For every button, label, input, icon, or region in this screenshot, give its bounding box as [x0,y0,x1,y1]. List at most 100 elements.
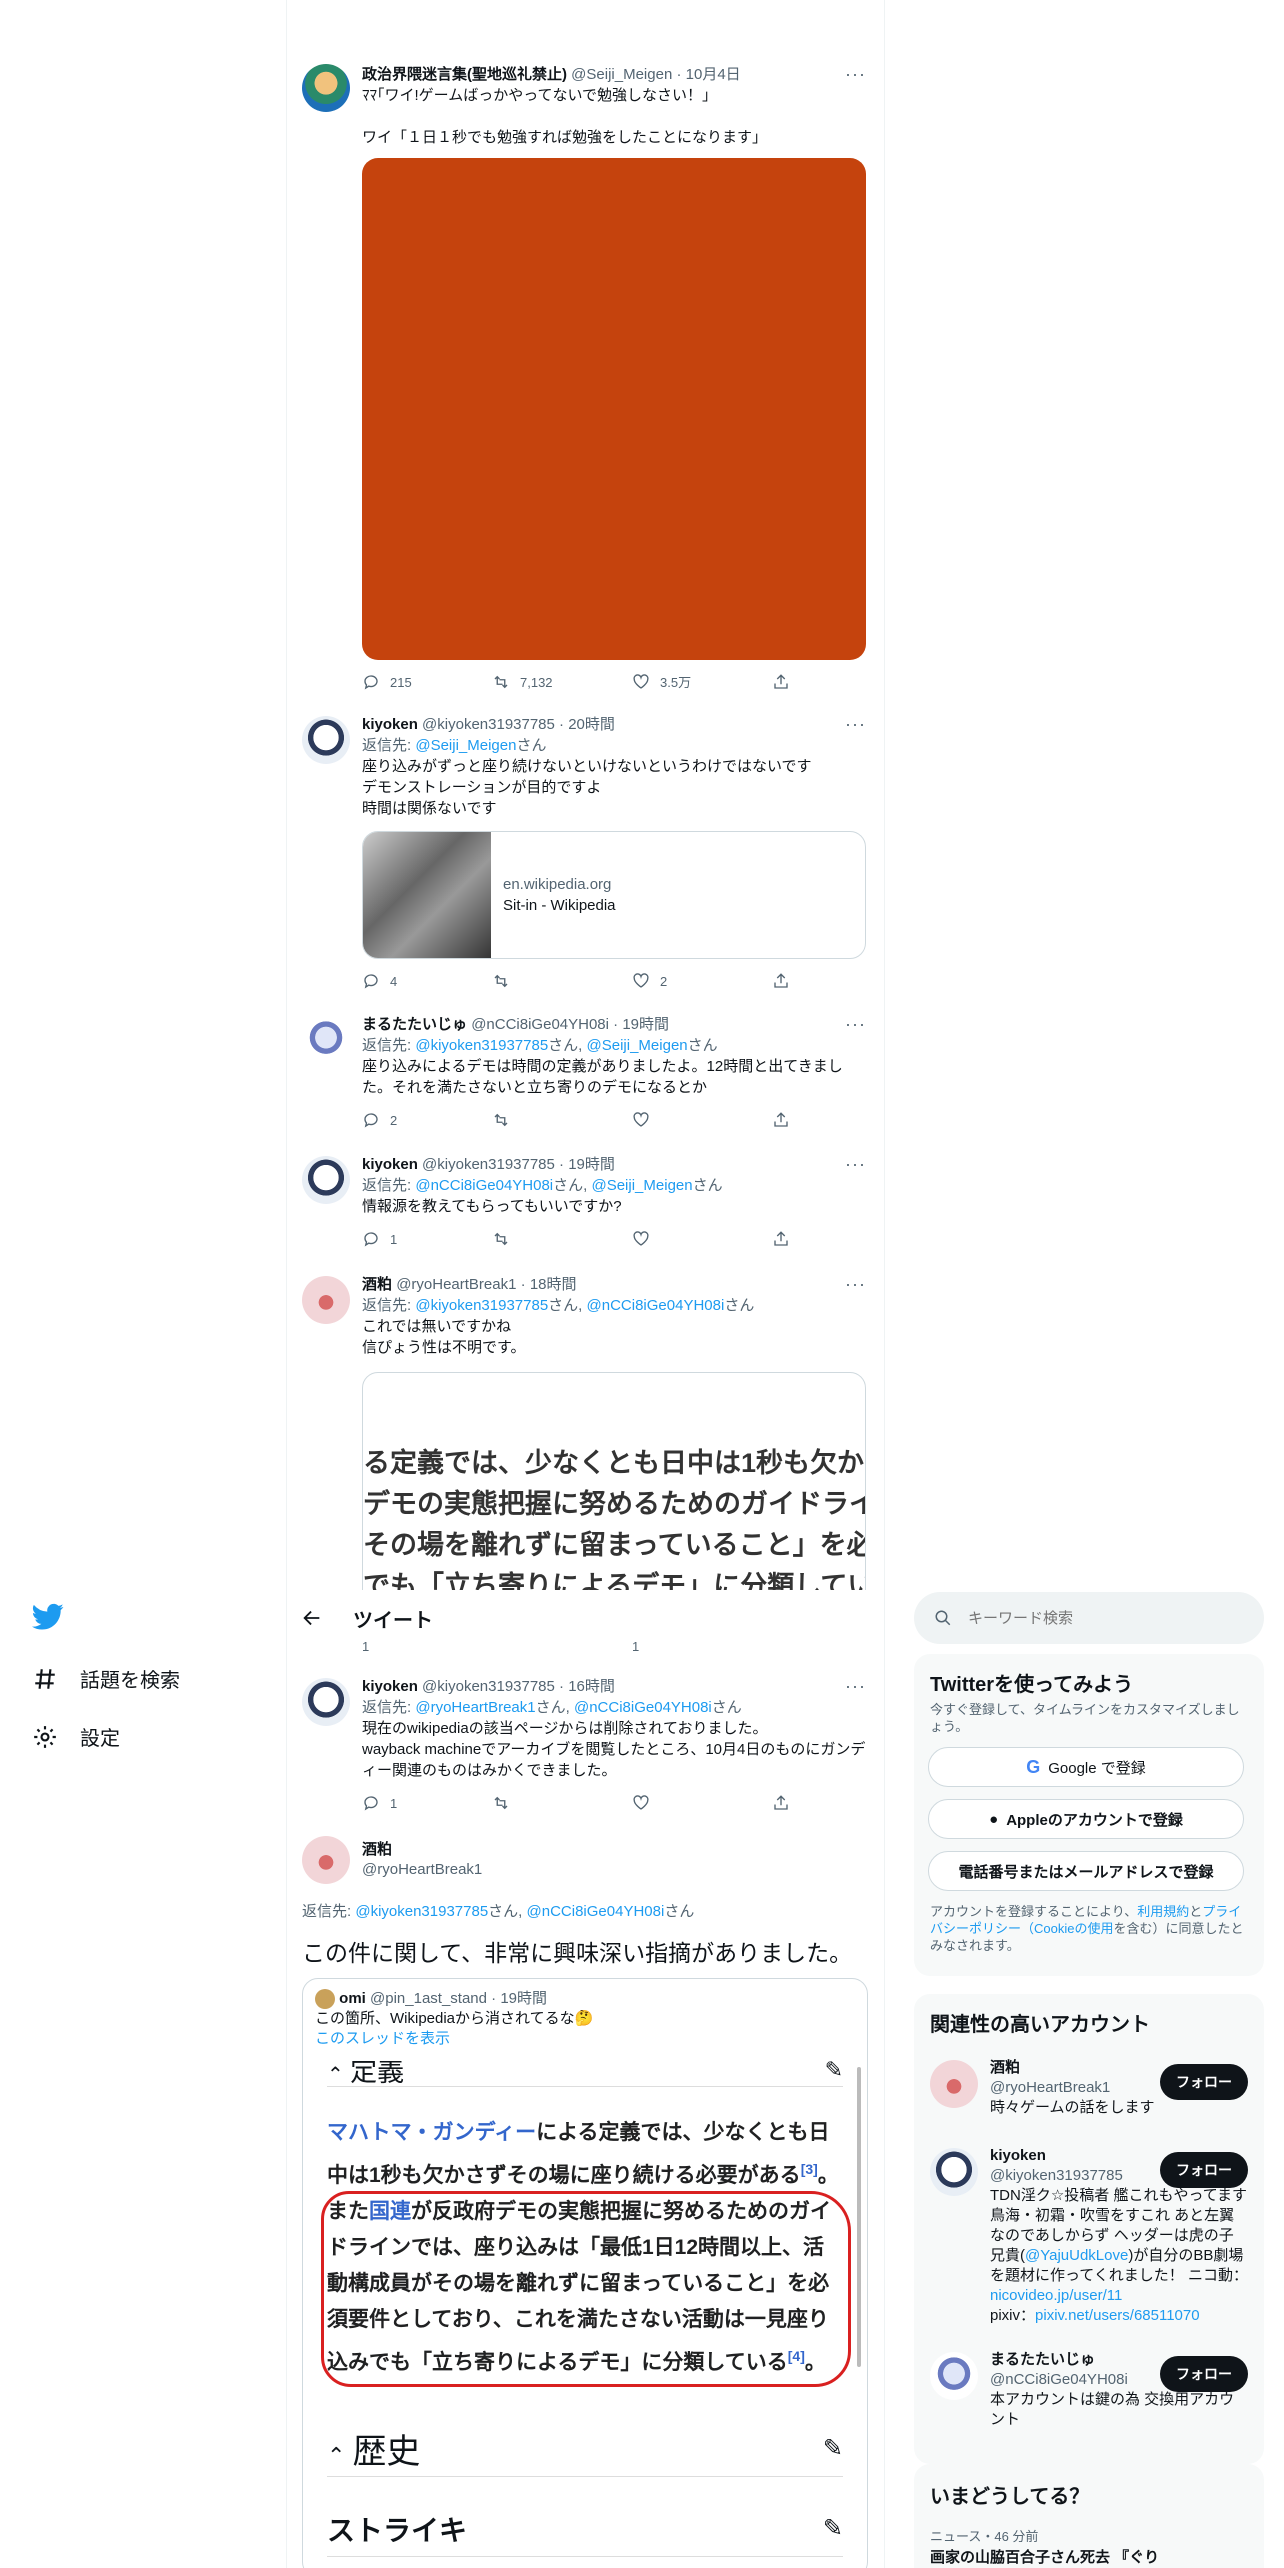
reply-button[interactable]: 1 [362,1793,492,1814]
author-handle[interactable]: @Seiji_Meigen [571,66,672,83]
author-name[interactable]: kiyoken [362,1678,418,1695]
avatar[interactable] [302,716,350,764]
terms-link[interactable]: 利用規約 [1137,1904,1189,1919]
mention-link[interactable]: @Seiji_Meigen [591,1177,692,1194]
timestamp[interactable]: 19時間 [622,1016,669,1033]
link-card[interactable]: en.wikipedia.org Sit-in - Wikipedia [362,831,866,959]
author-handle[interactable]: @ryoHeartBreak1 [362,1860,482,1880]
retweet-button[interactable] [492,1230,632,1248]
author-name[interactable]: 酒粕 [362,1276,392,1293]
mention-link[interactable]: @Seiji_Meigen [415,737,516,754]
mention-link[interactable]: @nCCi8iGe04YH08i [574,1699,712,1716]
avatar[interactable] [302,64,350,112]
like-button[interactable]: 1 [632,1640,772,1654]
author-name[interactable]: まるたたいじゅ [362,1016,467,1033]
author-handle[interactable]: @ryoHeartBreak1 [396,1276,516,1293]
share-icon [774,674,788,689]
more-icon[interactable]: ··· [845,1274,866,1295]
author-handle[interactable]: @kiyoken31937785 [422,1678,555,1695]
avatar[interactable] [302,1678,350,1726]
avatar[interactable] [302,1276,350,1324]
retweet-button[interactable] [492,972,632,990]
like-button[interactable] [632,1230,772,1248]
like-button[interactable] [632,1794,772,1812]
share-button[interactable] [772,1794,790,1812]
avatar[interactable] [302,1836,350,1884]
author-name[interactable]: 政治界隈迷言集(聖地巡礼禁止) [362,66,567,83]
mention-link[interactable]: @kiyoken31937785 [415,1297,548,1314]
bio-link[interactable]: nicovideo.jp/user/11 [990,2287,1122,2304]
author-handle: @pin_1ast_stand [370,1990,487,2007]
reply-button[interactable]: 2 [362,1110,492,1131]
mention-link[interactable]: @kiyoken31937785 [415,1037,548,1054]
account-row[interactable]: 酒粕 @ryoHeartBreak1 時々ゲームの話をします フォロー [914,2056,1264,2136]
back-arrow-icon[interactable] [301,1607,323,1629]
account-row[interactable]: kiyoken @kiyoken31937785 TDN淫ク☆投稿者 艦これもや… [914,2144,1264,2324]
tweet-image[interactable]: る定義では、少なくとも日中は1秒も欠かさす デモの実態把握に努めるためのガイドライ… [362,1372,866,1590]
apple-signup-button[interactable]: ● Appleのアカウントで登録 [928,1799,1244,1839]
timestamp[interactable]: 18時間 [530,1276,577,1293]
retweet-button[interactable] [492,1111,632,1129]
reply-button[interactable]: 1 [362,1640,492,1654]
account-row[interactable]: まるたたいじゅ @nCCi8iGe04YH08i 本アカウントは鍵の為 交換用ア… [914,2348,1264,2448]
author-handle[interactable]: @kiyoken31937785 [422,1156,555,1173]
more-icon[interactable]: ··· [845,1676,866,1697]
nav-settings[interactable]: 設定 [32,1722,120,1751]
mention-link[interactable]: @ryoHeartBreak1 [415,1699,535,1716]
mention-link[interactable]: @nCCi8iGe04YH08i [587,1297,725,1314]
tweet[interactable]: 酒粕 @ryoHeartBreak1 · 18時間 ··· 返信先: @kiyok… [300,1274,880,1590]
reply-button[interactable]: 4 [362,971,492,992]
tweet[interactable]: kiyoken @kiyoken31937785 · 19時間 ··· 返信先: … [300,1154,880,1264]
mention-link[interactable]: @nCCi8iGe04YH08i [415,1177,553,1194]
avatar[interactable] [302,1016,350,1064]
search-input[interactable] [968,1609,1218,1627]
share-button[interactable] [772,1111,790,1129]
google-signup-button[interactable]: G Google で登録 [928,1747,1244,1787]
author-name[interactable]: kiyoken [362,716,418,733]
follow-button[interactable]: フォロー [1160,2356,1248,2392]
author-handle[interactable]: @nCCi8iGe04YH08i [471,1016,609,1033]
author-handle[interactable]: @kiyoken31937785 [422,716,555,733]
follow-button[interactable]: フォロー [1160,2152,1248,2188]
follow-button[interactable]: フォロー [1160,2064,1248,2100]
trend-item[interactable]: 画家の山脇百合子さん死去 『ぐり [930,2546,1159,2567]
show-thread-link[interactable]: このスレッドを表示 [315,2029,855,2049]
avatar[interactable] [302,1156,350,1204]
timestamp[interactable]: 20時間 [568,716,615,733]
mention-link[interactable]: @kiyoken31937785 [355,1903,488,1920]
retweet-button[interactable] [492,1794,632,1812]
like-button[interactable]: 2 [632,971,772,992]
nav-explore[interactable]: 話題を検索 [32,1664,180,1693]
timestamp[interactable]: 19時間 [568,1156,615,1173]
quote-tweet[interactable]: omi @pin_1ast_stand · 19時間 この箇所、Wikipedi… [302,1978,868,2568]
tweet[interactable]: 政治界隈迷言集(聖地巡礼禁止) @Seiji_Meigen · 10月4日 ···… [300,60,880,710]
search-box[interactable] [914,1592,1264,1644]
tweet[interactable]: kiyoken @kiyoken31937785 · 20時間 ··· 返信先: … [300,714,880,1004]
bio-link[interactable]: pixiv.net/users/68511070 [1035,2307,1200,2324]
tweet[interactable]: kiyoken @kiyoken31937785 · 16時間 ··· 返信先: … [300,1676,880,1826]
share-button[interactable] [772,972,790,990]
tweet[interactable]: まるたたいじゅ @nCCi8iGe04YH08i · 19時間 ··· 返信先: … [300,1014,880,1144]
share-button[interactable] [772,673,790,691]
mention-link[interactable]: @Seiji_Meigen [587,1037,688,1054]
twitter-logo-icon[interactable] [32,1603,64,1631]
like-button[interactable]: 3.5万 [632,672,772,693]
timestamp[interactable]: 16時間 [568,1678,615,1695]
phone-signup-button[interactable]: 電話番号またはメールアドレスで登録 [928,1851,1244,1891]
author-name[interactable]: kiyoken [362,1156,418,1173]
more-icon[interactable]: ··· [845,64,866,85]
like-button[interactable] [632,1111,772,1129]
share-button[interactable] [772,1230,790,1248]
more-icon[interactable]: ··· [845,1014,866,1035]
reply-button[interactable]: 215 [362,672,492,693]
author-name[interactable]: 酒粕 [362,1840,482,1860]
retweet-button[interactable]: 7,132 [492,672,632,693]
reply-button[interactable]: 1 [362,1229,492,1250]
timestamp[interactable]: 10月4日 [686,66,741,83]
more-icon[interactable]: ··· [845,714,866,735]
mention-link[interactable]: @nCCi8iGe04YH08i [527,1903,665,1920]
bio-link[interactable]: @YajuUdkLove [1025,2247,1128,2264]
tweet-image[interactable] [362,158,866,660]
tweet-actions: 1 [362,1229,866,1249]
more-icon[interactable]: ··· [845,1154,866,1175]
